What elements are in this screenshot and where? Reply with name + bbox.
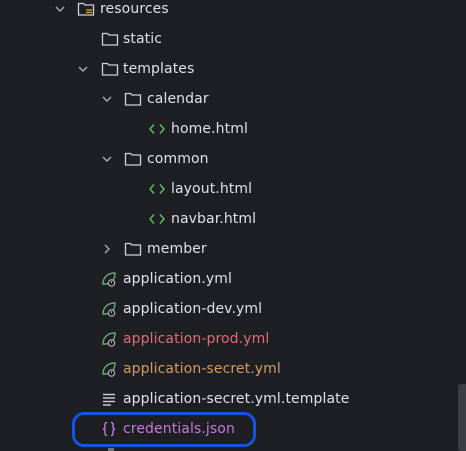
folder-icon <box>124 150 142 168</box>
html-file-icon <box>148 120 166 138</box>
resources-folder-icon <box>77 0 95 18</box>
tree-item-label: home.html <box>171 121 248 137</box>
tree-item-label: application-secret.yml <box>123 361 281 377</box>
chevron-down-icon[interactable] <box>101 93 113 105</box>
tree-item-member[interactable]: member <box>0 234 458 264</box>
tree-item-label: application.yml <box>123 271 232 287</box>
tree-item-application-prod-yml[interactable]: application-prod.yml <box>0 324 458 354</box>
folder-icon <box>124 90 142 108</box>
tree-item-resources[interactable]: resources <box>0 0 458 24</box>
tree-item-label: templates <box>123 61 195 77</box>
tree-item-label: application-dev.yml <box>123 301 263 317</box>
folder-icon <box>124 240 142 258</box>
tree-item-application-dev-yml[interactable]: application-dev.yml <box>0 294 458 324</box>
project-tree: resources static templates calendar home… <box>0 0 466 451</box>
vertical-scrollbar-thumb[interactable] <box>458 384 466 451</box>
tree-item-layout-html[interactable]: layout.html <box>0 174 458 204</box>
tree-item-application-yml[interactable]: application.yml <box>0 264 458 294</box>
html-file-icon <box>148 210 166 228</box>
tree-item-application-secret-yml-template[interactable]: application-secret.yml.template <box>0 384 458 414</box>
text-file-icon <box>100 390 118 408</box>
tree-item-application-secret-yml[interactable]: application-secret.yml <box>0 354 458 384</box>
tree-item-templates[interactable]: templates <box>0 54 458 84</box>
tree-item-label: member <box>147 241 207 257</box>
tree-item-label: resources <box>100 1 169 17</box>
spring-leaf-icon <box>100 270 118 288</box>
tree-item-common[interactable]: common <box>0 144 458 174</box>
folder-icon <box>101 60 119 78</box>
tree-item-label: calendar <box>147 91 209 107</box>
spring-leaf-icon <box>100 300 118 318</box>
html-file-icon <box>148 180 166 198</box>
tree-item-label: application-prod.yml <box>123 331 270 347</box>
tree-item-label: application-secret.yml.template <box>123 391 350 407</box>
folder-icon <box>101 30 119 48</box>
tree-item-static[interactable]: static <box>0 24 458 54</box>
tree-item-calendar[interactable]: calendar <box>0 84 458 114</box>
tree-item-label: layout.html <box>171 181 253 197</box>
tree-item-label: static <box>123 31 163 47</box>
tree-item-home-html[interactable]: home.html <box>0 114 458 144</box>
chevron-down-icon[interactable] <box>54 3 66 15</box>
annotation-highlight-outline <box>72 412 256 447</box>
chevron-right-icon[interactable] <box>101 243 113 255</box>
tree-item-label: common <box>147 151 209 167</box>
chevron-down-icon[interactable] <box>77 63 89 75</box>
spring-leaf-icon <box>100 360 118 378</box>
spring-leaf-icon <box>100 330 118 348</box>
chevron-down-icon[interactable] <box>101 153 113 165</box>
tree-item-label: navbar.html <box>171 211 257 227</box>
tree-item-navbar-html[interactable]: navbar.html <box>0 204 458 234</box>
